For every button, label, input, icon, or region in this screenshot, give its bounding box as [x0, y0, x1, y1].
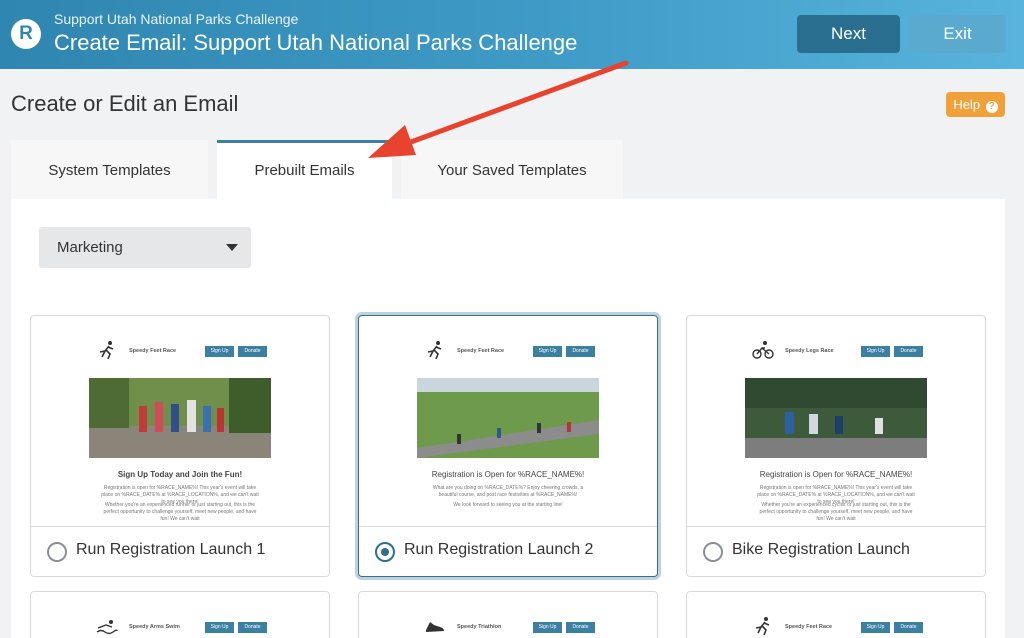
preview-brand: Speedy Triathlon	[457, 624, 502, 630]
template-card-bike[interactable]: Speedy Legs Race Sign Up Donate Registra…	[686, 315, 986, 577]
tab-saved-templates[interactable]: Your Saved Templates	[401, 140, 623, 199]
template-card-run-3[interactable]: Speedy Feet Race Sign Up Donate	[686, 591, 986, 638]
page-title: Create Email: Support Utah National Park…	[54, 30, 578, 55]
category-select[interactable]: Marketing	[39, 227, 251, 268]
bicycle-icon	[752, 341, 774, 359]
road-race-photo	[417, 378, 599, 458]
caret-down-icon	[226, 244, 238, 251]
preview-donate-button: Donate	[238, 346, 267, 357]
category-select-value: Marketing	[57, 239, 123, 256]
section-heading: Create or Edit an Email	[11, 91, 239, 116]
top-bar: R Support Utah National Parks Challenge …	[0, 0, 1024, 69]
runner-icon	[755, 617, 770, 636]
radio-button[interactable]	[703, 542, 723, 562]
preview-brand: Speedy Feet Race	[457, 348, 505, 354]
preview-brand: Speedy Feet Race	[785, 624, 833, 630]
preview-body-1: What are you doing on %RACE_DATE%? Enjoy…	[432, 485, 584, 498]
preview-signup-button: Sign Up	[533, 346, 562, 357]
card-footer[interactable]: Run Registration Launch 2	[359, 526, 657, 576]
email-preview: Speedy Feet Race Sign Up Donate Registra…	[359, 316, 657, 526]
preview-brand: Speedy Legs Race	[785, 348, 834, 354]
card-footer[interactable]: Run Registration Launch 1	[31, 526, 329, 576]
preview-signup-button: Sign Up	[861, 346, 890, 357]
next-button[interactable]: Next	[797, 15, 900, 53]
runners-photo	[89, 378, 271, 458]
template-card-swim[interactable]: Speedy Arms Swim Sign Up Donate	[30, 591, 330, 638]
help-label: Help	[953, 97, 981, 112]
preview-donate-button: Donate	[566, 346, 595, 357]
shoe-icon	[426, 622, 444, 632]
preview-headline: Registration is Open for %RACE_NAME%!	[759, 470, 913, 479]
preview-donate-button: Donate	[238, 622, 267, 633]
preview-body-2: Whether you're an experienced cyclist or…	[759, 502, 913, 522]
card-label: Run Registration Launch 2	[404, 541, 594, 558]
template-card-run-1[interactable]: Speedy Feet Race Sign Up Donate Sign Up …	[30, 315, 330, 577]
radio-button[interactable]	[375, 542, 395, 562]
runner-icon	[99, 341, 114, 360]
preview-headline: Registration is Open for %RACE_NAME%!	[431, 470, 585, 479]
preview-donate-button: Donate	[894, 622, 923, 633]
cyclists-photo	[745, 378, 927, 458]
preview-signup-button: Sign Up	[205, 346, 234, 357]
logo-icon: R	[11, 19, 41, 49]
preview-brand: Speedy Feet Race	[129, 348, 177, 354]
preview-signup-button: Sign Up	[533, 622, 562, 633]
card-label: Run Registration Launch 1	[76, 541, 266, 558]
email-preview: Speedy Feet Race Sign Up Donate Sign Up …	[31, 316, 329, 526]
card-footer[interactable]: Bike Registration Launch	[687, 526, 985, 576]
tab-prebuilt-emails[interactable]: Prebuilt Emails	[217, 140, 392, 199]
preview-donate-button: Donate	[566, 622, 595, 633]
email-preview: Speedy Legs Race Sign Up Donate Registra…	[687, 316, 985, 526]
template-card-triathlon[interactable]: Speedy Triathlon Sign Up Donate	[358, 591, 658, 638]
runner-icon	[427, 341, 442, 360]
card-label: Bike Registration Launch	[732, 541, 910, 558]
swimmer-icon	[96, 620, 118, 635]
exit-button[interactable]: Exit	[909, 15, 1006, 53]
template-card-run-2[interactable]: Speedy Feet Race Sign Up Donate Registra…	[358, 315, 658, 577]
preview-body-2: We look forward to seeing you at the sta…	[453, 502, 563, 508]
preview-brand: Speedy Arms Swim	[129, 624, 180, 630]
preview-body-2: Whether you're an experienced runner or …	[103, 502, 257, 522]
header-subtitle: Support Utah National Parks Challenge	[54, 11, 299, 27]
tab-system-templates[interactable]: System Templates	[11, 140, 208, 199]
help-button[interactable]: Help ?	[946, 92, 1005, 117]
preview-signup-button: Sign Up	[205, 622, 234, 633]
preview-headline: Sign Up Today and Join the Fun!	[117, 470, 243, 479]
radio-button[interactable]	[47, 542, 67, 562]
question-icon: ?	[985, 101, 998, 113]
preview-signup-button: Sign Up	[861, 622, 890, 633]
preview-donate-button: Donate	[894, 346, 923, 357]
